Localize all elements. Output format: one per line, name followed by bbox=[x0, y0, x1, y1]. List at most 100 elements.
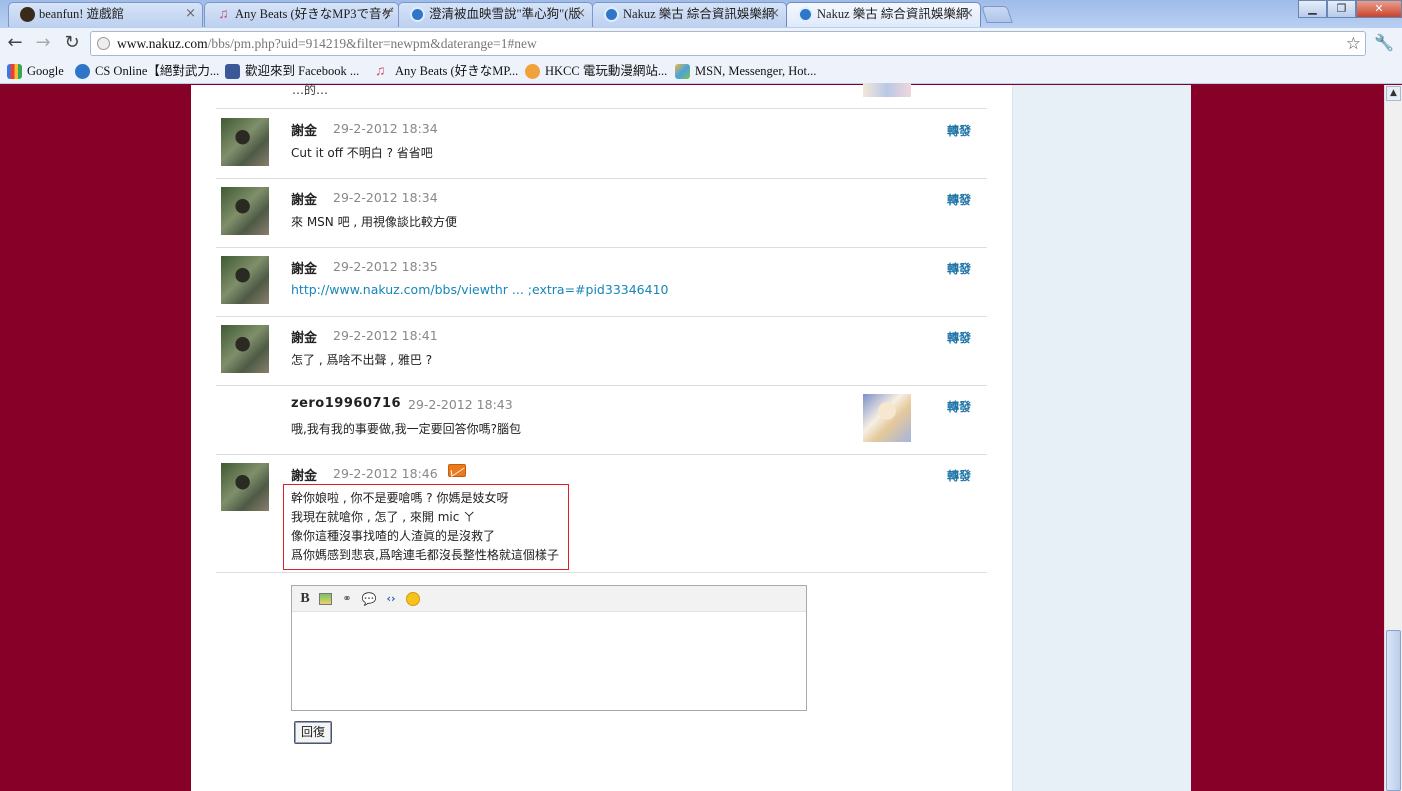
tab-title: Any Beats (好きなMP3で音ゲ bbox=[235, 7, 395, 21]
message-line: 爲你媽感到悲哀,爲啥連毛都沒長整性格就這個樣子 bbox=[291, 548, 559, 562]
tab-title: Nakuz 樂古 綜合資訊娛樂網 bbox=[817, 7, 969, 21]
message-author[interactable]: 謝金 bbox=[291, 189, 317, 208]
message-author[interactable]: zero19960716 bbox=[291, 396, 401, 411]
window-close-icon[interactable]: ✕ bbox=[1356, 0, 1402, 18]
bookmark-label: 歡迎來到 Facebook ... bbox=[245, 64, 360, 78]
forward-link[interactable]: 轉發 bbox=[947, 122, 971, 139]
nakuz-icon bbox=[604, 7, 619, 22]
message-author[interactable]: 謝金 bbox=[291, 327, 317, 346]
avatar[interactable] bbox=[221, 325, 269, 373]
minimize-icon[interactable]: ▁ bbox=[1298, 0, 1327, 18]
close-icon[interactable]: × bbox=[381, 3, 392, 25]
forward-link[interactable]: 轉發 bbox=[947, 191, 971, 208]
avatar[interactable] bbox=[221, 256, 269, 304]
nakuz-icon bbox=[410, 7, 425, 22]
message-date: 29-2-2012 18:35 bbox=[333, 259, 438, 274]
hkcc-icon bbox=[525, 64, 540, 79]
message-item: 謝金 29-2-2012 18:46 轉發 幹你娘啦 , 你不是要嗆嗎 ? 你媽… bbox=[216, 455, 987, 573]
close-icon[interactable]: × bbox=[185, 3, 196, 25]
tab-nakuz-active[interactable]: Nakuz 樂古 綜合資訊娛樂網 × bbox=[786, 2, 981, 27]
message-item: 謝金 29-2-2012 18:34 轉發 來 MSN 吧 , 用視像談比較方便 bbox=[216, 179, 987, 248]
forward-link[interactable]: 轉發 bbox=[947, 398, 971, 415]
message-line: 幹你娘啦 , 你不是要嗆嗎 ? 你媽是妓女呀 bbox=[291, 491, 509, 505]
msn-icon bbox=[675, 64, 690, 79]
tab-strip: beanfun! 遊戲館 × ♫ Any Beats (好きなMP3で音ゲ × … bbox=[0, 0, 1402, 28]
url-path: /bbs/pm.php?uid=914219&filter=newpm&date… bbox=[207, 36, 537, 51]
back-icon[interactable]: ← bbox=[4, 33, 26, 53]
message-author[interactable]: 謝金 bbox=[291, 120, 317, 139]
message-line: 像你這種沒事找喳的人渣眞的是沒救了 bbox=[291, 529, 496, 543]
address-bar[interactable]: www.nakuz.com/bbs/pm.php?uid=914219&filt… bbox=[90, 31, 1366, 56]
right-sidebar bbox=[1012, 85, 1191, 791]
reload-icon[interactable]: ↻ bbox=[61, 33, 83, 53]
code-icon[interactable]: ‹› bbox=[383, 591, 399, 607]
message-line: 我現在就嗆你 , 怎了 , 來開 mic ㄚ bbox=[291, 510, 476, 524]
message-date: 29-2-2012 18:43 bbox=[408, 397, 513, 412]
bookmark-msn[interactable]: MSN, Messenger, Hot... bbox=[675, 62, 816, 80]
bookmark-label: Any Beats (好きなMP... bbox=[395, 64, 519, 78]
message-item: 謝金 29-2-2012 18:34 轉發 Cut it off 不明白 ? 省… bbox=[216, 110, 987, 179]
restore-icon[interactable]: ❐ bbox=[1327, 0, 1356, 18]
bookmark-hkcc[interactable]: HKCC 電玩動漫網站... bbox=[525, 62, 667, 80]
nakuz-icon bbox=[75, 64, 90, 79]
message-author[interactable]: 謝金 bbox=[291, 465, 317, 484]
tab-beanfun[interactable]: beanfun! 遊戲館 × bbox=[8, 2, 203, 27]
avatar[interactable] bbox=[863, 394, 911, 442]
page-scrollbar[interactable]: ▲ bbox=[1384, 85, 1402, 791]
tab-clarify[interactable]: 澄清被血映雪說"準心狗"(版 × bbox=[398, 2, 593, 27]
bookmark-star-icon[interactable]: ☆ bbox=[1346, 32, 1361, 55]
avatar[interactable] bbox=[221, 118, 269, 166]
google-icon bbox=[7, 64, 22, 79]
avatar[interactable] bbox=[221, 187, 269, 235]
music-note-icon: ♫ bbox=[375, 64, 386, 79]
bookmark-google[interactable]: Google bbox=[7, 62, 64, 80]
bookmark-any-beats[interactable]: ♫ Any Beats (好きなMP... bbox=[375, 62, 518, 80]
bookmark-facebook[interactable]: 歡迎來到 Facebook ... bbox=[225, 62, 359, 80]
scroll-up-icon[interactable]: ▲ bbox=[1386, 86, 1401, 101]
forward-link[interactable]: 轉發 bbox=[947, 260, 971, 277]
url-host: www.nakuz.com bbox=[117, 36, 208, 51]
bookmark-label: MSN, Messenger, Hot... bbox=[695, 64, 817, 78]
message-date: 29-2-2012 18:34 bbox=[333, 121, 438, 136]
message-item: zero19960716 29-2-2012 18:43 轉發 哦,我有我的事要… bbox=[216, 386, 987, 455]
close-icon[interactable]: × bbox=[963, 3, 974, 25]
tab-any-beats[interactable]: ♫ Any Beats (好きなMP3で音ゲ × bbox=[204, 2, 399, 27]
bold-icon[interactable]: B bbox=[297, 591, 313, 607]
link-icon[interactable]: ⚭ bbox=[339, 591, 355, 607]
forward-link[interactable]: 轉發 bbox=[947, 467, 971, 484]
bookmark-cs-online[interactable]: CS Online【絕對武力... bbox=[75, 62, 219, 80]
tab-title: Nakuz 樂古 綜合資訊娛樂網 bbox=[623, 7, 775, 21]
tab-title: beanfun! 遊戲館 bbox=[39, 7, 125, 21]
bookmark-label: CS Online【絕對武力... bbox=[95, 64, 220, 78]
message-body: 哦,我有我的事要做,我一定要回答你嗎?腦包 bbox=[291, 422, 521, 436]
close-icon[interactable]: × bbox=[575, 3, 586, 25]
forward-link[interactable]: 轉發 bbox=[947, 329, 971, 346]
navigation-toolbar: ← → ↻ www.nakuz.com/bbs/pm.php?uid=91421… bbox=[0, 28, 1402, 58]
avatar[interactable] bbox=[221, 463, 269, 511]
clipped-message-text: …的… bbox=[292, 83, 329, 97]
quote-icon[interactable]: 💬 bbox=[361, 591, 377, 607]
new-tab-button[interactable] bbox=[981, 6, 1013, 23]
forward-icon[interactable]: → bbox=[32, 33, 54, 53]
smiley-icon[interactable] bbox=[406, 592, 420, 606]
tab-nakuz-1[interactable]: Nakuz 樂古 綜合資訊娛樂網 × bbox=[592, 2, 787, 27]
bookmark-label: Google bbox=[27, 64, 64, 78]
message-item: 謝金 29-2-2012 18:35 轉發 http://www.nakuz.c… bbox=[216, 248, 987, 317]
reply-button[interactable]: 回復 bbox=[294, 721, 332, 744]
bookmarks-bar: Google CS Online【絕對武力... 歡迎來到 Facebook .… bbox=[0, 58, 1402, 84]
wrench-menu-icon[interactable]: 🔧 bbox=[1374, 33, 1394, 52]
browser-chrome: beanfun! 遊戲館 × ♫ Any Beats (好きなMP3で音ゲ × … bbox=[0, 0, 1402, 84]
message-link[interactable]: http://www.nakuz.com/bbs/viewthr ... ;ex… bbox=[291, 282, 669, 297]
reply-editor: B ⚭ 💬 ‹› bbox=[291, 585, 807, 711]
message-body: 來 MSN 吧 , 用視像談比較方便 bbox=[291, 215, 458, 229]
beanfun-icon bbox=[20, 7, 35, 22]
tab-title: 澄清被血映雪說"準心狗"(版 bbox=[429, 7, 581, 21]
close-icon[interactable]: × bbox=[769, 3, 780, 25]
message-body: 怎了 , 爲啥不出聲 , 雅巴 ? bbox=[291, 353, 433, 367]
image-icon[interactable] bbox=[319, 593, 332, 605]
scrollbar-thumb[interactable] bbox=[1386, 630, 1401, 791]
reply-textarea[interactable] bbox=[292, 613, 806, 710]
message-date: 29-2-2012 18:34 bbox=[333, 190, 438, 205]
message-author[interactable]: 謝金 bbox=[291, 258, 317, 277]
music-note-icon: ♫ bbox=[218, 7, 229, 22]
